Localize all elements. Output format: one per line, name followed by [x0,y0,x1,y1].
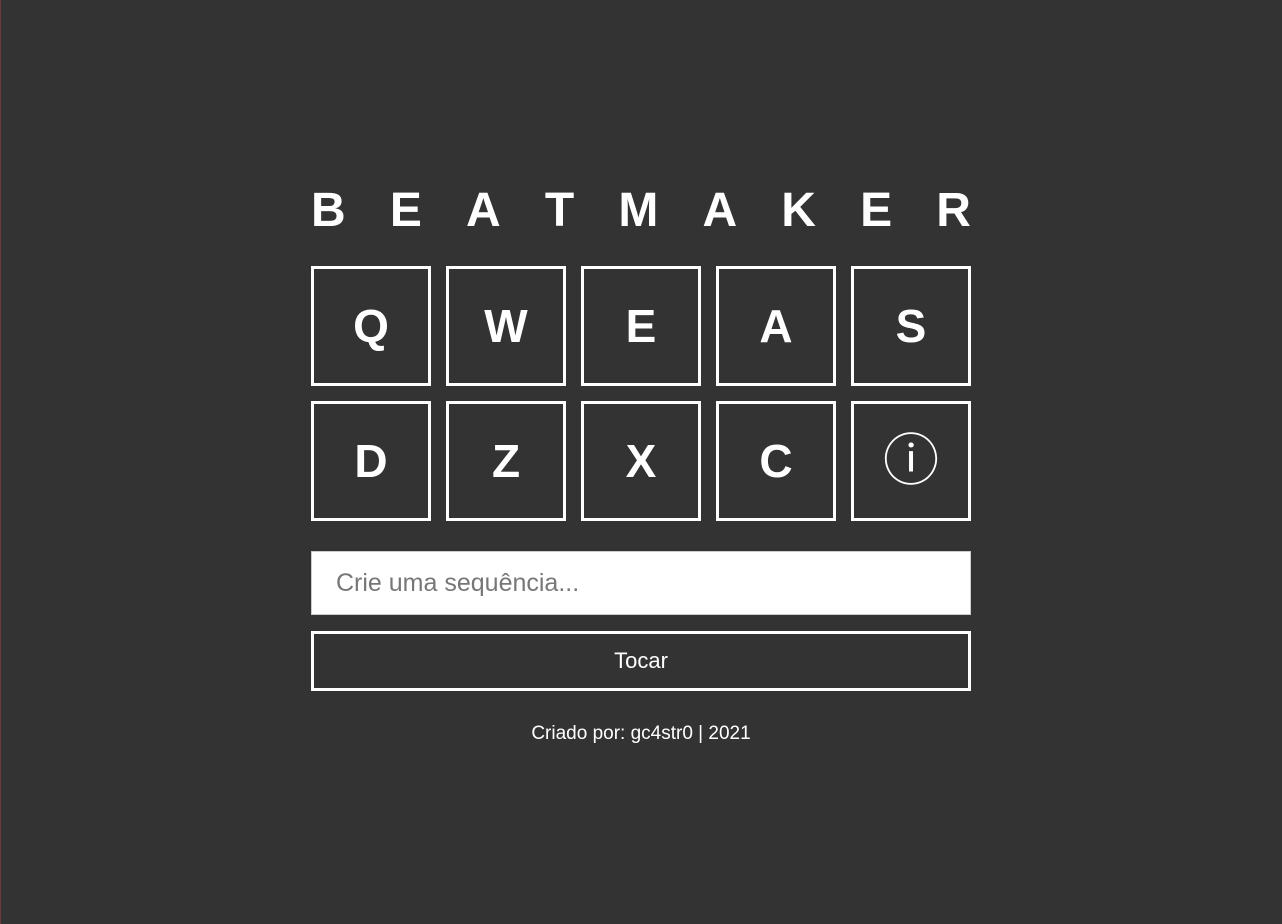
title-letter: K [781,184,816,237]
title-letter: E [860,184,893,237]
window-edge [0,0,1,924]
app-title: B E A T M A K E R [311,180,971,242]
title-letter: T [544,184,575,237]
footer-credit: Criado por: gc4str0 | 2021 [531,723,751,744]
pad-w-button[interactable]: W [446,266,566,386]
pad-x-button[interactable]: X [581,401,701,521]
pad-s-button[interactable]: S [851,266,971,386]
pad-d-button[interactable]: D [311,401,431,521]
pad-z-button[interactable]: Z [446,401,566,521]
page: B E A T M A K E R Q W E A S D Z X C ⓘ To… [0,0,1282,924]
title-letter: E [389,184,422,237]
pad-a-button[interactable]: A [716,266,836,386]
play-button[interactable]: Tocar [311,631,971,691]
title-letter: A [702,184,738,237]
pad-e-button[interactable]: E [581,266,701,386]
title-letter: A [466,184,501,237]
title-letter: M [618,184,659,237]
pad-c-button[interactable]: C [716,401,836,521]
drum-pad-grid: Q W E A S D Z X C ⓘ [311,266,971,521]
beatmaker-app: B E A T M A K E R Q W E A S D Z X C ⓘ To… [311,180,971,745]
info-icon: ⓘ [883,429,939,492]
info-button[interactable]: ⓘ [851,401,971,521]
pad-q-button[interactable]: Q [311,266,431,386]
sequence-input[interactable] [311,551,971,615]
title-letter: R [936,184,971,237]
title-letter: B [311,184,346,237]
